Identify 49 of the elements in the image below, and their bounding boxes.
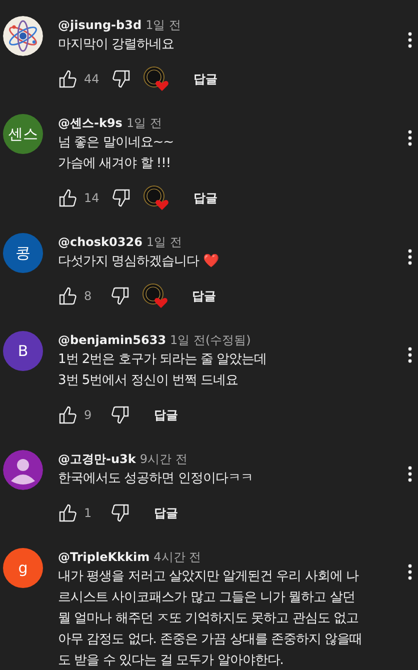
avatar-silhouette-icon[interactable] [3, 450, 43, 490]
more-icon[interactable] [408, 249, 412, 265]
comment-text: 넘 좋은 말이네요~~ 가슴에 새겨야 할 !!! [58, 134, 175, 173]
reply-button[interactable]: 답글 [146, 500, 186, 526]
comment-author[interactable]: @benjamin5633 [58, 333, 166, 347]
more-icon[interactable] [408, 32, 412, 48]
comment-time[interactable]: 4시간 전 [154, 548, 202, 566]
comment-time[interactable]: 1일 전 [146, 16, 182, 34]
comment-text: 다섯가지 명심하겠습니다 ❤ [58, 253, 220, 271]
comment-author[interactable]: @센스-k9s [58, 114, 122, 132]
reply-button[interactable]: 답글 [185, 186, 226, 210]
dislike-button[interactable] [110, 286, 130, 306]
comment-author[interactable]: @chosk0326 [58, 235, 142, 249]
like-count: 1 [84, 506, 93, 520]
reply-button[interactable]: 답글 [185, 66, 226, 92]
comment-author[interactable]: @TripleKkkim [58, 550, 150, 564]
comment-text: 한국에서도 성공하면 인정이다ㅋㅋ [58, 470, 254, 488]
comment-text: 내가 평생을 저러고 살았지만 알게된건 우리 사회에 나르시스트 사이코패스가 많고 그들은 니가 뭘하고 살던 뭘 얼마나 해주던 ㅈ또 기억하지도 못하고 관심도 없고 아무 감정도 없다. 존중은 가끔 상대를 존중하지 않을때도 받을 수 있다는 걸 모두가 알아야한다. [58, 568, 364, 670]
comment-author[interactable]: @jisung-b3d [58, 18, 142, 32]
comment-text: 마지막이 강렬하네요 [58, 36, 176, 54]
more-icon[interactable] [408, 564, 412, 580]
avatar[interactable]: 콩 [3, 233, 43, 273]
edited-label: (수정됨) [206, 332, 251, 348]
like-button[interactable] [58, 286, 78, 306]
comment-time[interactable]: 1일 전 [170, 332, 206, 348]
comment-text: 1번 2번은 호구가 되라는 줄 알았는데 3번 5번에서 정신이 번쩍 드네요 [58, 351, 268, 390]
dislike-button[interactable] [111, 69, 132, 89]
avatar[interactable]: 센스 [3, 114, 43, 154]
like-button[interactable] [58, 405, 78, 425]
like-count: 14 [84, 191, 100, 205]
reply-button[interactable]: 답글 [146, 402, 186, 428]
dislike-button[interactable] [111, 188, 132, 208]
like-count: 44 [84, 72, 100, 86]
dislike-button[interactable] [110, 503, 130, 523]
comment-time[interactable]: 1일 전 [126, 114, 162, 132]
comment-time[interactable]: 1일 전 [146, 234, 182, 250]
avatar[interactable]: B [3, 331, 43, 371]
like-count: 9 [84, 408, 93, 422]
dislike-button[interactable] [110, 405, 130, 425]
like-count: 8 [84, 289, 93, 303]
comment-author[interactable]: @고경만-u3k [58, 450, 136, 468]
like-button[interactable] [58, 69, 78, 89]
more-icon[interactable] [408, 466, 412, 482]
like-button[interactable] [58, 503, 78, 523]
more-icon[interactable] [408, 130, 412, 146]
like-button[interactable] [58, 188, 78, 208]
more-icon[interactable] [408, 347, 412, 363]
reply-button[interactable]: 답글 [184, 284, 224, 308]
comment-time[interactable]: 9시간 전 [140, 450, 188, 468]
